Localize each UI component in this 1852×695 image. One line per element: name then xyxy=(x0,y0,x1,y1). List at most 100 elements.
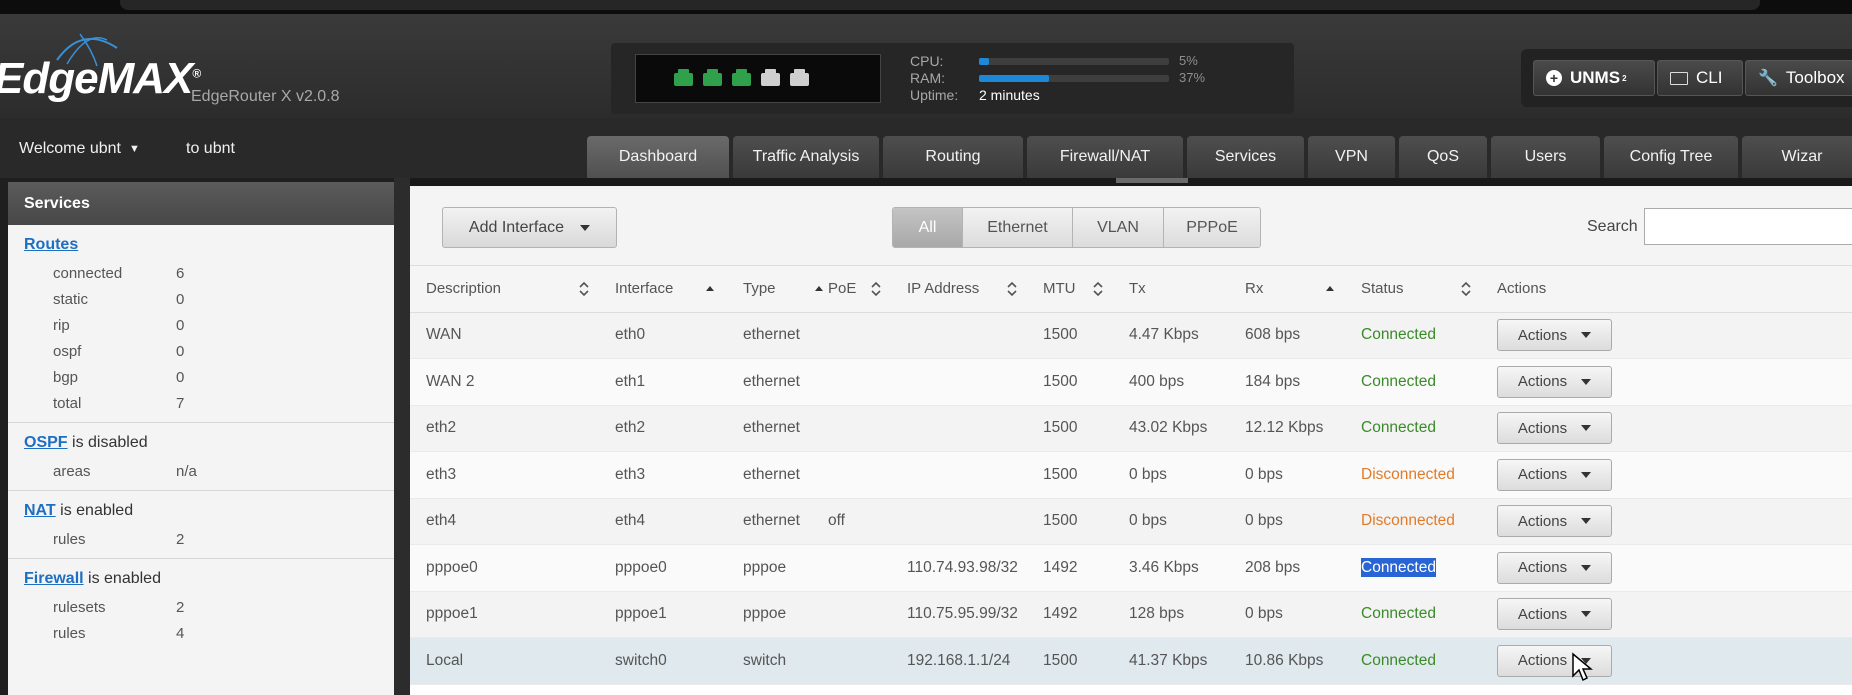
actions-button[interactable]: Actions xyxy=(1497,319,1612,352)
actions-button[interactable]: Actions xyxy=(1497,412,1612,445)
interfaces-table: Description Interface Type PoE IP Address MTU… xyxy=(410,266,1852,685)
stat-key: rulesets xyxy=(53,598,106,616)
cell-poe xyxy=(828,358,907,406)
chevron-down-icon xyxy=(1581,332,1592,339)
cell-text: 110.74.93.98/32 xyxy=(907,558,1018,576)
col-type[interactable]: Type xyxy=(743,266,828,313)
table-row[interactable]: eth3 eth3 ethernet 1500 0 bps 0 bps Disconnect… xyxy=(410,451,1852,499)
cell-ip: 192.168.1.1/24 xyxy=(907,637,1043,685)
cell-interface: pppoe1 xyxy=(615,591,743,638)
nat-status: is enabled xyxy=(55,502,134,519)
stat-value: 7 xyxy=(176,394,185,412)
col-rx[interactable]: Rx xyxy=(1245,266,1361,313)
actions-label: Actions xyxy=(1517,326,1568,344)
table-row[interactable]: WAN eth0 ethernet 1500 4.47 Kbps 608 bps Conne… xyxy=(410,312,1852,359)
cell-rx: 184 bps xyxy=(1245,358,1361,406)
tab-qos[interactable]: QoS xyxy=(1399,136,1487,178)
search-input[interactable] xyxy=(1644,208,1852,245)
tab-firewall-nat[interactable]: Firewall/NAT xyxy=(1027,136,1183,178)
sort-icon xyxy=(1093,281,1103,297)
stat-value: 2 xyxy=(176,598,185,616)
sidebar-scrollbar[interactable] xyxy=(394,178,410,695)
header: EdgeMAX® EdgeRouter X v2.0.8 CPU: RAM: U… xyxy=(0,14,1852,118)
col-tx[interactable]: Tx xyxy=(1129,266,1245,313)
actions-label: Actions xyxy=(1517,419,1568,437)
tab-config-tree[interactable]: Config Tree xyxy=(1604,136,1738,178)
routes-section: Routes connected 6 static 0 rip 0 ospf 0 bgp 0 tot… xyxy=(8,225,402,423)
stat-value: 0 xyxy=(176,368,185,386)
filter-vlan[interactable]: VLAN xyxy=(1073,208,1164,247)
cell-text: ethernet xyxy=(743,465,800,483)
tab-vpn[interactable]: VPN xyxy=(1308,136,1395,178)
ospf-link[interactable]: OSPF xyxy=(24,434,68,451)
cell-text: 1492 xyxy=(1043,605,1078,623)
cell-tx: 0 bps xyxy=(1129,498,1245,545)
cell-text: 192.168.1.1/24 xyxy=(907,651,1011,669)
table-row[interactable]: eth4 eth4 ethernet off 1500 0 bps 0 bps Disconn… xyxy=(410,498,1852,545)
interfaces-toolbar: Add Interface All Ethernet VLAN PPPoE Searc… xyxy=(410,186,1852,266)
cell-rx: 208 bps xyxy=(1245,544,1361,592)
cell-status: Disconnected xyxy=(1361,451,1497,499)
tab-users[interactable]: Users xyxy=(1491,136,1600,178)
cell-text: 0 bps xyxy=(1129,465,1167,483)
col-poe[interactable]: PoE xyxy=(828,266,907,313)
cell-text: ethernet xyxy=(743,419,800,437)
cpu-bar-fill xyxy=(979,58,989,65)
table-row[interactable]: pppoe1 pppoe1 pppoe 110.75.95.99/32 1492 128 … xyxy=(410,591,1852,638)
column-label: IP Address xyxy=(907,280,980,298)
add-interface-button[interactable]: Add Interface xyxy=(442,207,617,248)
tab-traffic-analysis[interactable]: Traffic Analysis xyxy=(733,136,879,178)
cell-text: ethernet xyxy=(743,372,800,390)
status-text: Connected xyxy=(1361,419,1436,437)
actions-button[interactable]: Actions xyxy=(1497,365,1612,398)
tab-routing[interactable]: Routing xyxy=(883,136,1023,178)
welcome-menu[interactable]: Welcome ubnt ▼ xyxy=(19,140,140,158)
filter-ethernet[interactable]: Ethernet xyxy=(963,208,1073,247)
cell-rx: 0 bps xyxy=(1245,451,1361,499)
actions-button[interactable]: Actions xyxy=(1497,505,1612,538)
tab-dashboard[interactable]: Dashboard xyxy=(587,136,729,178)
actions-button[interactable]: Actions xyxy=(1497,458,1612,491)
cell-type: ethernet xyxy=(743,405,828,452)
col-ip-address[interactable]: IP Address xyxy=(907,266,1043,313)
stat-key: rip xyxy=(53,316,70,334)
cell-ip xyxy=(907,312,1043,359)
table-row[interactable]: eth2 eth2 ethernet 1500 43.02 Kbps 12.12 Kbps… xyxy=(410,405,1852,452)
tab-services[interactable]: Services xyxy=(1187,136,1304,178)
cell-mtu: 1500 xyxy=(1043,312,1129,359)
cell-interface: eth4 xyxy=(615,498,743,545)
cell-description: WAN xyxy=(410,312,615,359)
table-row[interactable]: Local switch0 switch 192.168.1.1/24 1500 41.3… xyxy=(410,637,1852,685)
tab-wizar[interactable]: Wizar xyxy=(1742,136,1852,178)
unms-button[interactable]: + UNMS 2 xyxy=(1533,60,1655,96)
chevron-down-icon xyxy=(580,224,591,231)
chevron-down-icon xyxy=(1581,611,1592,618)
col-description[interactable]: Description xyxy=(410,266,615,313)
col-actions[interactable]: Actions xyxy=(1497,266,1852,313)
filter-pppoe[interactable]: PPPoE xyxy=(1164,208,1260,247)
filter-all[interactable]: All xyxy=(893,208,963,247)
firewall-link[interactable]: Firewall xyxy=(24,570,84,587)
actions-button[interactable]: Actions xyxy=(1497,551,1612,584)
routes-link[interactable]: Routes xyxy=(24,236,78,253)
cell-actions: Actions xyxy=(1497,498,1852,545)
port-eth4-icon xyxy=(790,69,809,86)
nat-link[interactable]: NAT xyxy=(24,502,56,519)
cell-type: switch xyxy=(743,637,828,685)
cli-button[interactable]: CLI xyxy=(1657,60,1743,96)
actions-label: Actions xyxy=(1517,605,1568,623)
cell-interface: eth1 xyxy=(615,358,743,406)
actions-button[interactable]: Actions xyxy=(1497,644,1612,677)
cell-type: ethernet xyxy=(743,498,828,545)
table-row[interactable]: pppoe0 pppoe0 pppoe 110.74.93.98/32 1492 3.46… xyxy=(410,544,1852,592)
col-mtu[interactable]: MTU xyxy=(1043,266,1129,313)
toolbox-button[interactable]: 🔧 Toolbox xyxy=(1745,60,1852,96)
actions-button[interactable]: Actions xyxy=(1497,598,1612,631)
col-interface[interactable]: Interface xyxy=(615,266,743,313)
cell-tx: 128 bps xyxy=(1129,591,1245,638)
col-status[interactable]: Status xyxy=(1361,266,1497,313)
nav-row: Welcome ubnt ▼ to ubnt Dashboard Traffic … xyxy=(0,118,1852,183)
table-row[interactable]: WAN 2 eth1 ethernet 1500 400 bps 184 bps Conne… xyxy=(410,358,1852,406)
cell-status: Connected xyxy=(1361,312,1497,359)
cell-text: switch xyxy=(743,651,787,669)
